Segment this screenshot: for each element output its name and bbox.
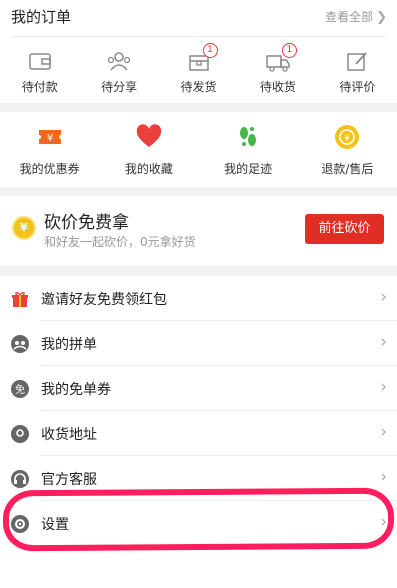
promo-title: 砍价免费拿 bbox=[44, 213, 129, 233]
feature-label: 我的优惠券 bbox=[19, 162, 80, 176]
promo-subtitle: 和好友一起砍价，0元拿好货 bbox=[44, 235, 196, 249]
order-pending-review[interactable]: 待评价 bbox=[318, 40, 397, 100]
refund-after-sales[interactable]: ¥ 退款/售后 bbox=[298, 112, 397, 187]
menu-item-label: 我的免单券 bbox=[41, 382, 111, 398]
order-item-label: 待收货 bbox=[259, 80, 296, 94]
wallet-icon bbox=[28, 53, 51, 70]
chevron-right-icon: ❯ bbox=[376, 10, 387, 25]
refund-icon: ¥ bbox=[335, 125, 360, 149]
feature-label: 我的收藏 bbox=[124, 162, 173, 176]
features-card: ¥ 我的优惠券 我的收藏 我的足迹 ¥ 退款/售后 bbox=[0, 112, 397, 187]
order-item-label: 待评价 bbox=[339, 80, 376, 94]
menu-list: 邀请好友免费领红包 › 我的拼单 › 免 我的免单券 › 收货地址 › 官方客服… bbox=[0, 276, 397, 588]
menu-item-settings[interactable]: 设置 › bbox=[0, 501, 397, 546]
free-coupon-icon: 免 bbox=[11, 380, 29, 398]
svg-text:¥: ¥ bbox=[46, 133, 52, 144]
chevron-right-icon: › bbox=[380, 422, 387, 442]
go-bargain-button[interactable]: 前往砍价 bbox=[305, 214, 384, 244]
menu-item-free-coupon[interactable]: 免 我的免单券 › bbox=[0, 366, 397, 411]
my-footprints[interactable]: 我的足迹 bbox=[199, 112, 298, 187]
bargain-promo-card: ¥ 砍价免费拿 和好友一起砍价，0元拿好货 前往砍价 bbox=[0, 196, 397, 266]
badge-count: 1 bbox=[281, 43, 297, 58]
feature-label: 我的足迹 bbox=[224, 162, 273, 176]
menu-item-label: 我的拼单 bbox=[41, 337, 97, 353]
orders-title: 我的订单 bbox=[11, 8, 72, 26]
order-pending-payment[interactable]: 待付款 bbox=[0, 40, 79, 100]
order-item-label: 待发货 bbox=[180, 80, 217, 94]
menu-item-invite-friends[interactable]: 邀请好友免费领红包 › bbox=[0, 276, 397, 321]
order-pending-shipment[interactable]: 1 待发货 bbox=[159, 40, 238, 100]
my-coupons[interactable]: ¥ 我的优惠券 bbox=[0, 112, 99, 187]
chevron-right-icon: › bbox=[380, 467, 387, 487]
gift-icon bbox=[12, 292, 28, 307]
menu-item-shipping-address[interactable]: 收货地址 › bbox=[0, 411, 397, 456]
menu-item-label: 收货地址 bbox=[41, 427, 97, 443]
menu-item-group-orders[interactable]: 我的拼单 › bbox=[0, 321, 397, 366]
order-pending-receipt[interactable]: 1 待收货 bbox=[238, 40, 317, 100]
my-favorites[interactable]: 我的收藏 bbox=[99, 112, 198, 187]
menu-item-customer-service[interactable]: 官方客服 › bbox=[0, 456, 397, 501]
coin-icon: ¥ bbox=[12, 216, 36, 240]
menu-item-label: 官方客服 bbox=[41, 472, 97, 488]
location-pin-icon bbox=[11, 425, 29, 443]
heart-icon bbox=[136, 124, 162, 147]
svg-text:免: 免 bbox=[15, 383, 25, 396]
feature-label: 退款/售后 bbox=[321, 162, 374, 176]
headset-icon bbox=[11, 470, 29, 488]
group-order-icon bbox=[11, 335, 29, 353]
order-item-label: 待分享 bbox=[101, 80, 138, 94]
orders-card: 我的订单 查看全部 ❯ 待付款 待分享 1 待发货 1 待收货 待评价 bbox=[0, 0, 397, 103]
divider bbox=[11, 36, 386, 37]
coupon-icon: ¥ bbox=[38, 130, 61, 144]
chevron-right-icon: › bbox=[380, 332, 387, 352]
chevron-right-icon: › bbox=[380, 512, 387, 532]
order-pending-share[interactable]: 待分享 bbox=[79, 40, 158, 100]
group-share-icon bbox=[107, 52, 131, 71]
svg-text:¥: ¥ bbox=[345, 134, 351, 144]
menu-item-label: 设置 bbox=[41, 517, 69, 533]
order-item-label: 待付款 bbox=[21, 80, 58, 94]
orders-header: 我的订单 查看全部 ❯ bbox=[0, 0, 397, 34]
chevron-right-icon: › bbox=[380, 287, 387, 307]
chevron-right-icon: › bbox=[380, 377, 387, 397]
view-all-orders-link[interactable]: 查看全部 ❯ bbox=[325, 8, 387, 25]
menu-item-label: 邀请好友免费领红包 bbox=[41, 292, 167, 308]
edit-review-icon bbox=[347, 52, 367, 71]
view-all-label: 查看全部 bbox=[325, 10, 374, 24]
settings-icon bbox=[11, 515, 29, 533]
footprint-icon bbox=[240, 127, 257, 146]
badge-count: 1 bbox=[202, 43, 218, 58]
